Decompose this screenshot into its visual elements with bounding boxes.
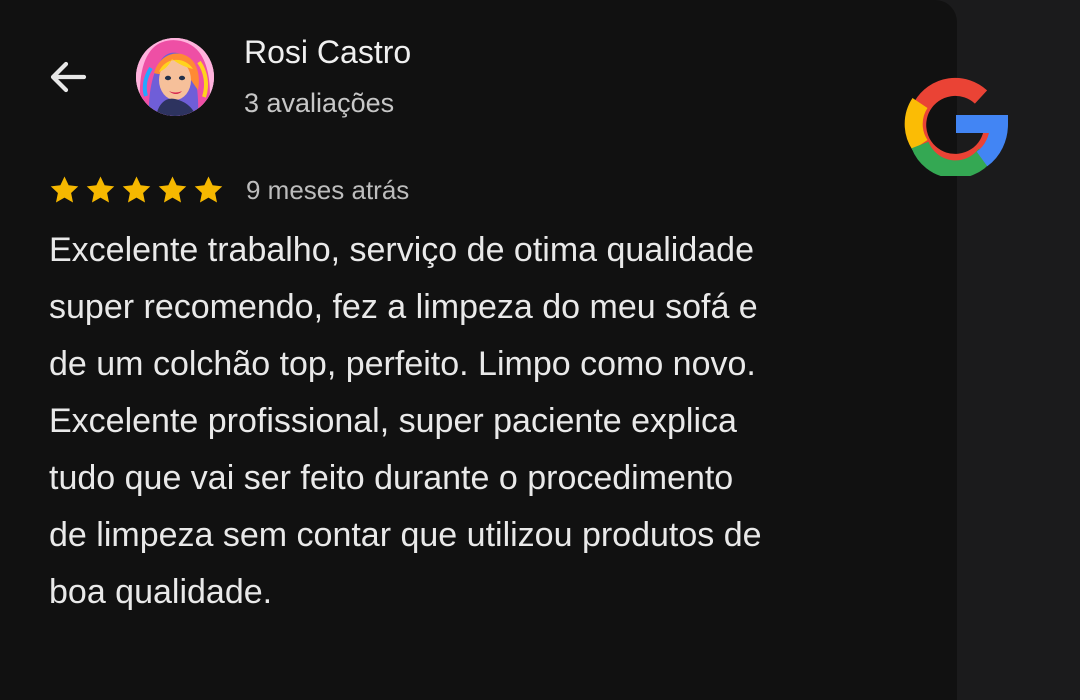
review-date: 9 meses atrás [246,174,410,205]
star-icon [194,175,223,202]
google-logo-icon [904,77,1008,176]
reviewer-name[interactable]: Rosi Castro [244,34,411,71]
arrow-left-icon [50,61,87,93]
back-button[interactable] [44,54,94,100]
review-count: 3 avaliações [244,88,395,118]
star-icon [122,175,151,202]
rating-row: 9 meses atrás [48,170,409,210]
five-star-rating [48,174,225,207]
star-icon [86,175,115,202]
avatar[interactable] [136,38,214,116]
review-card: Rosi Castro 3 avaliações 9 meses atrás E… [0,0,1008,700]
reviewer-portrait-image [136,38,214,116]
star-icon [158,175,187,202]
star-icon [50,175,79,202]
review-text: Excelente trabalho, serviço de otima qua… [49,231,762,611]
screen: Rosi Castro 3 avaliações 9 meses atrás E… [0,0,1080,700]
